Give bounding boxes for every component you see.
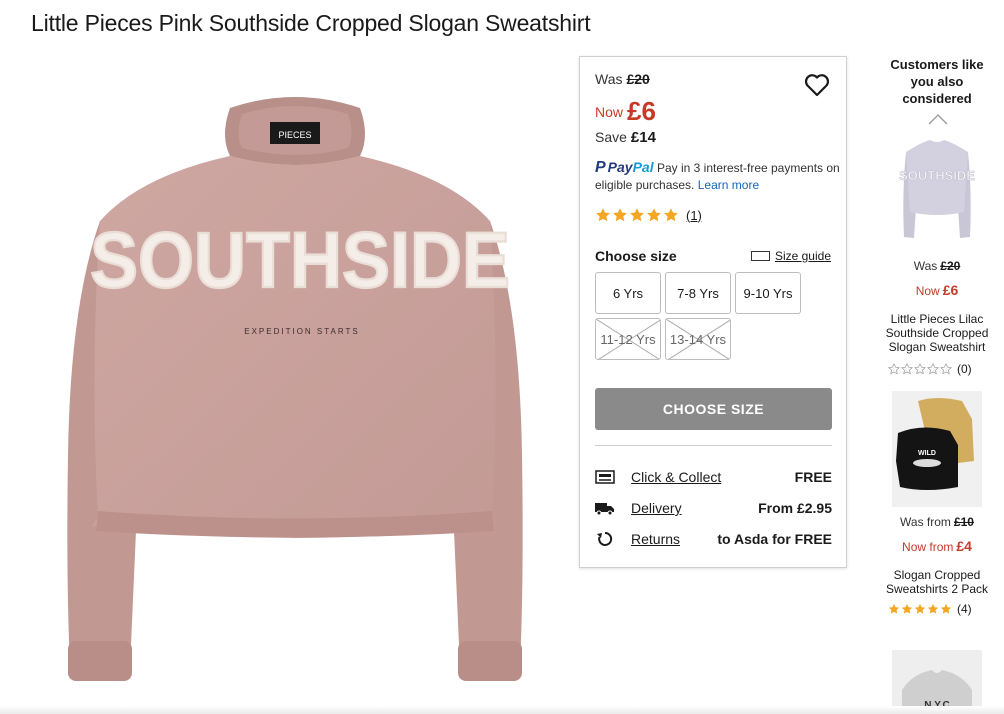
svg-text:SOUTHSIDE: SOUTHSIDE bbox=[899, 168, 975, 183]
star-outline-icon bbox=[888, 363, 900, 375]
size-option-6-yrs[interactable]: 6 Yrs bbox=[595, 272, 661, 314]
save-amount: Save £14 bbox=[595, 129, 656, 146]
graphic-subtext: EXPEDITION STARTS bbox=[244, 327, 360, 336]
recommendation-name[interactable]: Slogan Cropped Sweatshirts 2 Pack bbox=[880, 568, 994, 596]
graphic-text: SOUTHSIDE bbox=[90, 216, 510, 305]
garment-label: PIECES bbox=[278, 130, 311, 140]
returns-link[interactable]: Returns bbox=[631, 531, 717, 547]
fulfilment-returns: Returns to Asda for FREE bbox=[595, 529, 832, 549]
click-collect-icon bbox=[595, 470, 615, 484]
product-rating[interactable]: (1) bbox=[595, 207, 702, 223]
paypal-logo: PayPal bbox=[607, 159, 654, 175]
recommendation-rating: (0) bbox=[888, 362, 972, 376]
recommendation-name[interactable]: Little Pieces Lilac Southside Cropped Sl… bbox=[880, 312, 994, 354]
star-icon bbox=[647, 208, 661, 222]
star-icon bbox=[613, 208, 627, 222]
svg-text:WILD: WILD bbox=[918, 450, 936, 457]
ruler-icon bbox=[750, 251, 770, 261]
chevron-up-icon[interactable] bbox=[928, 113, 948, 125]
review-count-link[interactable]: (1) bbox=[686, 208, 702, 223]
recommendation-was-price: Was £20 bbox=[913, 259, 961, 273]
paypal-message: P PayPal Pay in 3 interest-free payments … bbox=[595, 159, 840, 192]
delivery-truck-icon bbox=[595, 503, 614, 516]
star-icon bbox=[888, 603, 900, 614]
star-icon bbox=[901, 603, 913, 614]
wishlist-heart-icon[interactable] bbox=[804, 73, 830, 97]
choose-size-label: Choose size bbox=[595, 248, 677, 264]
choose-size-button[interactable]: CHOOSE SIZE bbox=[595, 388, 832, 430]
size-option-13-14-yrs-unavailable[interactable]: 13-14 Yrs bbox=[665, 318, 731, 360]
star-outline-icon bbox=[940, 363, 952, 375]
recommendation-now-price: Now £6 bbox=[915, 282, 959, 298]
recommendation-image[interactable]: SOUTHSIDE bbox=[892, 132, 982, 246]
delivery-link[interactable]: Delivery bbox=[631, 500, 758, 516]
star-icon bbox=[664, 208, 678, 222]
recommendation-card[interactable]: SOUTHSIDE Was £20 Now £6 Little Pieces Lil… bbox=[880, 132, 994, 382]
recommendation-was-price: Was from £10 bbox=[900, 515, 974, 529]
fulfilment-delivery: Delivery From £2.95 bbox=[595, 498, 832, 518]
star-outline-icon bbox=[914, 363, 926, 375]
star-icon bbox=[940, 603, 952, 614]
star-outline-icon bbox=[901, 363, 913, 375]
recommendation-card[interactable]: N.Y.C bbox=[880, 650, 994, 714]
size-option-9-10-yrs[interactable]: 9-10 Yrs bbox=[735, 272, 801, 314]
size-option-7-8-yrs[interactable]: 7-8 Yrs bbox=[665, 272, 731, 314]
was-price: Was £20 bbox=[595, 71, 650, 87]
recommendation-rating: (4) bbox=[888, 602, 972, 616]
now-price-value: £6 bbox=[627, 96, 656, 126]
fulfilment-click-collect: Click & Collect FREE bbox=[595, 467, 832, 487]
click-collect-link[interactable]: Click & Collect bbox=[631, 469, 795, 485]
star-icon bbox=[914, 603, 926, 614]
star-icon bbox=[630, 208, 644, 222]
product-image[interactable]: PIECES SOUTHSIDE EXPEDITION STARTS bbox=[30, 56, 560, 706]
recommendation-card[interactable]: WILD Was from £10 Now from £4 Slogan Cropp… bbox=[880, 391, 994, 621]
paypal-icon: P bbox=[595, 159, 606, 176]
now-price: Now £6 bbox=[595, 96, 656, 126]
paypal-learn-more-link[interactable]: Learn more bbox=[698, 178, 759, 192]
recommendation-image[interactable]: N.Y.C bbox=[892, 650, 982, 714]
recommendations-heading: Customers like you also considered bbox=[890, 57, 984, 106]
star-icon bbox=[596, 208, 610, 222]
page-bottom-edge bbox=[0, 706, 1004, 714]
size-guide-link[interactable]: Size guide bbox=[750, 249, 831, 263]
star-outline-icon bbox=[927, 363, 939, 375]
buy-box: Was £20 Now £6 Save £14 P PayPal Pay in 3 in… bbox=[579, 56, 847, 568]
returns-icon bbox=[597, 531, 613, 546]
product-title: Little Pieces Pink Southside Cropped Slo… bbox=[31, 10, 591, 36]
was-price-value: £20 bbox=[626, 71, 650, 87]
size-option-11-12-yrs-unavailable[interactable]: 11-12 Yrs bbox=[595, 318, 661, 360]
recommendation-image[interactable]: WILD bbox=[892, 391, 982, 507]
divider bbox=[595, 445, 832, 446]
recommendation-now-price: Now from £4 bbox=[902, 538, 972, 554]
star-icon bbox=[927, 603, 939, 614]
